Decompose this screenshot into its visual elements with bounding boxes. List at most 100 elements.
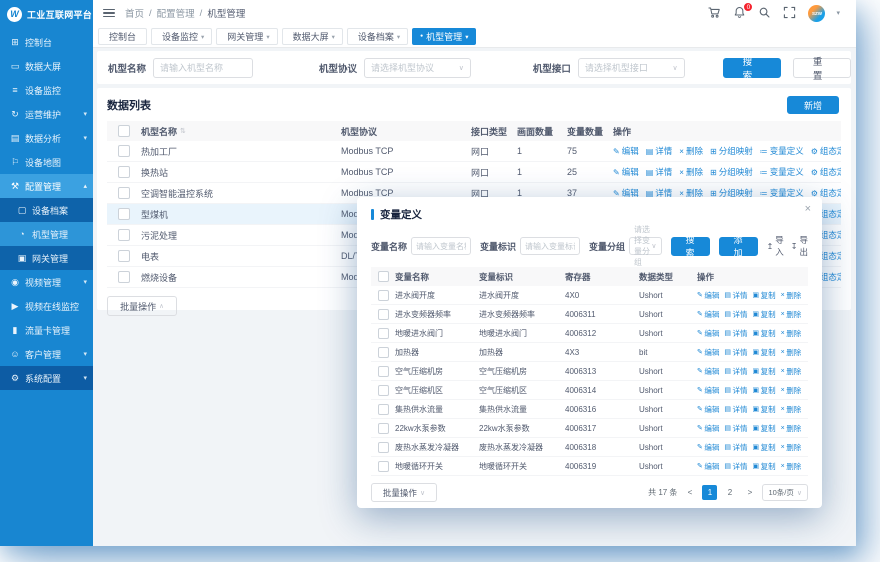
row-checkbox[interactable]	[378, 385, 389, 396]
copy-action[interactable]: ▣复制	[753, 366, 776, 377]
delete-action[interactable]: ×删除	[781, 404, 802, 415]
sidebar-item[interactable]: ▮ 流量卡管理	[0, 318, 93, 342]
detail-action[interactable]: ▤详情	[724, 442, 747, 453]
tab-caret-icon[interactable]: ▾	[465, 33, 468, 41]
detail-action[interactable]: ▤详情	[646, 145, 673, 157]
search-button[interactable]: 搜索	[723, 58, 781, 78]
variable-define-action[interactable]: ≔变量定义	[760, 166, 804, 178]
export-link[interactable]: ↧导出	[791, 234, 808, 258]
row-checkbox[interactable]	[118, 145, 130, 157]
detail-action[interactable]: ▤详情	[724, 366, 747, 377]
delete-action[interactable]: ×删除	[781, 290, 802, 301]
sidebar-item[interactable]: ⊞ 控制台	[0, 30, 93, 54]
detail-action[interactable]: ▤详情	[724, 347, 747, 358]
edit-action[interactable]: ✎编辑	[697, 385, 719, 396]
delete-action[interactable]: ×删除	[781, 423, 802, 434]
variable-group-select[interactable]: 请选择变量分组 ∨	[629, 237, 661, 255]
variable-name-input[interactable]	[411, 237, 471, 255]
sidebar-item[interactable]: ▤ 数据分析 ▾	[0, 126, 93, 150]
row-checkbox[interactable]	[118, 166, 130, 178]
sidebar-item[interactable]: ▢ 设备档案	[0, 198, 93, 222]
delete-action[interactable]: ×删除	[781, 442, 802, 453]
page-1-button[interactable]: 1	[702, 485, 717, 500]
edit-action[interactable]: ✎编辑	[613, 166, 639, 178]
tab[interactable]: 设备档案 ▾	[347, 28, 408, 45]
sidebar-item[interactable]: ⚙ 系统配置 ▾	[0, 366, 93, 390]
sidebar-item[interactable]: ◉ 视频管理 ▾	[0, 270, 93, 294]
row-checkbox[interactable]	[378, 290, 389, 301]
model-interface-select[interactable]: 请选择机型接口 ∨	[578, 58, 685, 78]
reset-button[interactable]: 重置	[793, 58, 851, 78]
copy-action[interactable]: ▣复制	[753, 423, 776, 434]
copy-action[interactable]: ▣复制	[753, 404, 776, 415]
tab-caret-icon[interactable]: ▾	[201, 33, 204, 41]
row-checkbox[interactable]	[118, 229, 130, 241]
row-checkbox[interactable]	[378, 404, 389, 415]
delete-action[interactable]: ×删除	[781, 347, 802, 358]
next-page-button[interactable]: >	[742, 485, 757, 500]
notification-bell-icon[interactable]: 0	[733, 6, 747, 20]
row-checkbox[interactable]	[378, 442, 389, 453]
tab-caret-icon[interactable]: ▾	[397, 33, 400, 41]
edit-action[interactable]: ✎编辑	[697, 442, 719, 453]
detail-action[interactable]: ▤详情	[724, 328, 747, 339]
sidebar-item[interactable]: ⚐ 设备地图	[0, 150, 93, 174]
copy-action[interactable]: ▣复制	[753, 309, 776, 320]
row-checkbox[interactable]	[378, 366, 389, 377]
collapse-menu-icon[interactable]	[103, 7, 115, 20]
group-mapping-action[interactable]: ⊞分组映射	[710, 166, 753, 178]
per-page-select[interactable]: 10条/页 ∨	[762, 484, 808, 501]
import-link[interactable]: ↥导入	[767, 234, 784, 258]
config-define-action[interactable]: ⚙组态定义	[811, 166, 841, 178]
add-button[interactable]: 新增	[787, 96, 839, 114]
delete-action[interactable]: ×删除	[781, 461, 802, 472]
copy-action[interactable]: ▣复制	[753, 328, 776, 339]
row-checkbox[interactable]	[118, 187, 130, 199]
model-name-input[interactable]	[153, 58, 253, 78]
delete-action[interactable]: ×删除	[781, 328, 802, 339]
copy-action[interactable]: ▣复制	[753, 442, 776, 453]
edit-action[interactable]: ✎编辑	[697, 309, 719, 320]
edit-action[interactable]: ✎编辑	[697, 423, 719, 434]
batch-operation-button[interactable]: 批量操作 ∧	[107, 296, 177, 316]
detail-action[interactable]: ▤详情	[724, 290, 747, 301]
sidebar-item[interactable]: ≡ 设备监控	[0, 78, 93, 102]
copy-action[interactable]: ▣复制	[753, 290, 776, 301]
row-checkbox[interactable]	[378, 423, 389, 434]
breadcrumb-config[interactable]: 配置管理	[157, 6, 195, 20]
page-2-button[interactable]: 2	[722, 485, 737, 500]
delete-action[interactable]: ×删除	[679, 166, 703, 178]
sidebar-item[interactable]: ↻ 运营维护 ▾	[0, 102, 93, 126]
detail-action[interactable]: ▤详情	[724, 309, 747, 320]
modal-search-button[interactable]: 搜索	[671, 237, 710, 256]
row-checkbox[interactable]	[118, 208, 130, 220]
model-protocol-select[interactable]: 请选择机型协议 ∨	[364, 58, 471, 78]
copy-action[interactable]: ▣复制	[753, 385, 776, 396]
variable-define-action[interactable]: ≔变量定义	[760, 145, 804, 157]
edit-action[interactable]: ✎编辑	[697, 290, 719, 301]
tab[interactable]: ● 机型管理 ▾	[412, 28, 476, 45]
edit-action[interactable]: ✎编辑	[697, 366, 719, 377]
search-icon[interactable]	[758, 6, 772, 20]
row-checkbox[interactable]	[378, 328, 389, 339]
tab[interactable]: 设备监控 ▾	[151, 28, 212, 45]
variable-id-input[interactable]	[520, 237, 580, 255]
sidebar-item[interactable]: ▣ 网关管理	[0, 246, 93, 270]
sidebar-item[interactable]: ☺ 客户管理 ▾	[0, 342, 93, 366]
close-icon[interactable]: ×	[805, 204, 811, 215]
select-all-checkbox[interactable]	[118, 125, 130, 137]
sidebar-item[interactable]: ◔ 机型管理	[0, 222, 93, 246]
edit-action[interactable]: ✎编辑	[697, 347, 719, 358]
prev-page-button[interactable]: <	[682, 485, 697, 500]
copy-action[interactable]: ▣复制	[753, 461, 776, 472]
modal-add-button[interactable]: 添加	[719, 237, 758, 256]
row-checkbox[interactable]	[378, 309, 389, 320]
detail-action[interactable]: ▤详情	[724, 404, 747, 415]
tab[interactable]: 网关管理 ▾	[216, 28, 277, 45]
row-checkbox[interactable]	[118, 250, 130, 262]
row-checkbox[interactable]	[118, 271, 130, 283]
detail-action[interactable]: ▤详情	[724, 423, 747, 434]
sidebar-item[interactable]: ⚒ 配置管理 ▴	[0, 174, 93, 198]
tab-caret-icon[interactable]: ▾	[266, 33, 269, 41]
delete-action[interactable]: ×删除	[781, 309, 802, 320]
